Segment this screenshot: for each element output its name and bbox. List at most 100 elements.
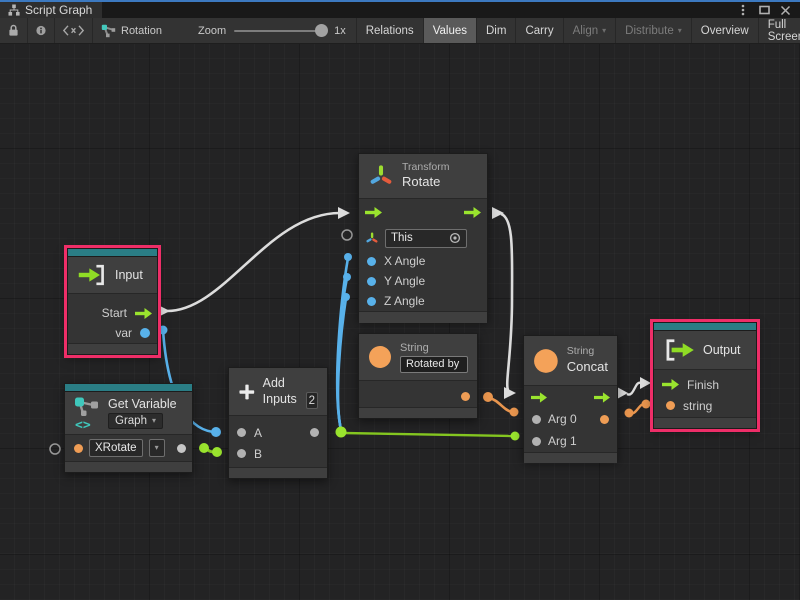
current-tool-indicator[interactable]: Rotation	[93, 18, 170, 43]
node-footer	[65, 462, 192, 472]
port-label: var	[115, 326, 132, 340]
node-title: Output	[703, 343, 741, 357]
flow-input-port[interactable]	[365, 207, 382, 218]
inspect-unit-button[interactable]	[55, 18, 93, 43]
close-icon[interactable]	[778, 3, 792, 17]
node-string-concat[interactable]: String Concat Arg 0 Arg 1	[523, 335, 618, 461]
arg0-input-port[interactable]	[532, 415, 541, 424]
port-label: string	[683, 399, 712, 413]
variable-name-field[interactable]: XRotate	[89, 439, 143, 457]
event-accent-bar	[68, 249, 157, 257]
transform-mini-icon	[365, 231, 379, 246]
input-port-a[interactable]	[237, 428, 246, 437]
node-footer	[654, 418, 756, 428]
window-focus-line	[0, 0, 800, 2]
flow-output-port[interactable]	[594, 392, 610, 403]
port-label: Y Angle	[384, 274, 425, 288]
string-icon	[368, 345, 392, 369]
angle-brackets-x-icon	[63, 25, 84, 36]
chevron-down-icon: ▾	[155, 444, 159, 452]
x-angle-port[interactable]	[367, 257, 376, 266]
port-label: B	[254, 447, 262, 461]
transform-icon	[368, 163, 394, 190]
node-output[interactable]: Output Finish string	[653, 322, 757, 429]
carry-button[interactable]: Carry	[515, 18, 562, 43]
z-angle-port[interactable]	[367, 297, 376, 306]
window-controls	[736, 2, 800, 18]
node-category: Transform	[402, 161, 449, 175]
values-button[interactable]: Values	[423, 18, 476, 43]
fullscreen-button[interactable]: Full Screen	[758, 18, 800, 43]
chevron-down-icon: ▾	[152, 417, 156, 425]
relations-button[interactable]: Relations	[356, 18, 423, 43]
node-category: String	[400, 342, 468, 354]
tab-script-graph[interactable]: Script Graph	[0, 2, 102, 18]
flow-input-port[interactable]	[662, 379, 679, 390]
maximize-icon[interactable]	[757, 3, 771, 17]
node-title: Input	[115, 268, 143, 282]
kebab-menu-icon[interactable]	[736, 3, 750, 17]
window-tab-bar: Script Graph	[0, 0, 800, 18]
y-angle-port[interactable]	[367, 277, 376, 286]
name-input-port[interactable]	[74, 444, 83, 453]
target-picker-icon[interactable]	[449, 232, 461, 244]
zoom-slider[interactable]	[234, 30, 326, 32]
node-add-inputs[interactable]: Add Inputs 2 A B	[228, 367, 328, 479]
tab-title: Script Graph	[25, 3, 92, 17]
flow-output-port[interactable]	[135, 308, 152, 319]
string-value-field[interactable]: Rotated by	[400, 356, 468, 373]
node-get-variable[interactable]: <> Get Variable Graph ▾ XRotate ▾	[64, 383, 193, 473]
node-category: String	[567, 345, 608, 359]
node-title-line1: Add	[263, 376, 297, 392]
flow-input-port[interactable]	[531, 392, 547, 403]
arg1-input-port[interactable]	[532, 437, 541, 446]
node-title-line2: Inputs	[263, 392, 297, 408]
lock-icon	[8, 24, 19, 37]
node-string-literal[interactable]: String Rotated by	[358, 333, 478, 419]
port-label: Start	[102, 306, 127, 320]
input-unit-icon	[77, 263, 107, 287]
distribute-button[interactable]: Distribute▾	[615, 18, 691, 43]
string-icon	[533, 348, 559, 374]
dim-button[interactable]: Dim	[476, 18, 515, 43]
port-label: X Angle	[384, 254, 425, 268]
node-title: Rotate	[402, 174, 449, 191]
input-count-field[interactable]: 2	[306, 392, 318, 409]
zoom-slider-handle[interactable]	[315, 24, 328, 37]
overview-button[interactable]: Overview	[691, 18, 758, 43]
tool-name-label: Rotation	[116, 25, 162, 37]
lock-button[interactable]	[0, 18, 28, 43]
value-output-port[interactable]	[140, 328, 150, 338]
rotation-tool-icon	[101, 24, 116, 38]
node-footer	[359, 408, 477, 418]
info-button[interactable]	[28, 18, 55, 43]
node-footer	[359, 312, 487, 323]
result-output-port[interactable]	[600, 415, 609, 424]
node-footer	[524, 453, 617, 463]
event-accent-bar	[654, 323, 756, 331]
value-output-port[interactable]	[177, 444, 186, 453]
string-input-port[interactable]	[666, 401, 675, 410]
zoom-label: Zoom	[180, 25, 226, 37]
port-label: A	[254, 426, 262, 440]
result-output-port[interactable]	[310, 428, 319, 437]
this-target-field[interactable]: This	[385, 229, 467, 248]
get-variable-icon: <>	[74, 395, 100, 431]
input-port-b[interactable]	[237, 449, 246, 458]
port-label: Finish	[687, 378, 719, 392]
port-label: Arg 0	[548, 412, 577, 426]
string-output-port[interactable]	[461, 392, 470, 401]
node-transform-rotate[interactable]: Transform Rotate This	[358, 153, 488, 321]
align-button[interactable]: Align▾	[563, 18, 616, 43]
port-label: Z Angle	[384, 294, 425, 308]
toolbar-buttons: Relations Values Dim Carry Align▾ Distri…	[356, 18, 800, 43]
node-input[interactable]: Input Start var	[67, 248, 158, 355]
chevron-down-icon: ▾	[602, 27, 606, 35]
node-footer	[68, 344, 157, 354]
variable-scope-dropdown[interactable]: Graph ▾	[108, 413, 163, 429]
node-footer	[229, 468, 327, 478]
node-title: Get Variable	[108, 397, 177, 411]
script-graph-icon	[8, 4, 20, 16]
variable-picker-dropdown[interactable]: ▾	[149, 439, 165, 457]
flow-output-port[interactable]	[464, 207, 481, 218]
